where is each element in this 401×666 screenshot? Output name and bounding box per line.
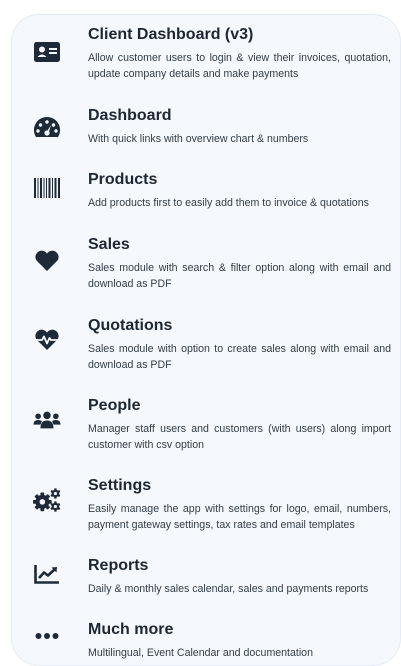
feature-description: Add products first to easily add them to… — [88, 197, 369, 209]
feature-title: Client Dashboard (v3) — [88, 26, 254, 43]
feature-description: With quick links with overview chart & n… — [88, 133, 309, 145]
feature-title: Dashboard — [88, 107, 172, 124]
feature-title: Sales — [88, 236, 130, 253]
feature-title: Much more — [88, 621, 174, 638]
line-chart-icon — [33, 560, 61, 588]
feature-title: Quotations — [88, 317, 173, 334]
feature-title: Reports — [88, 557, 149, 574]
feature-description: Sales module with search & filter option… — [88, 262, 391, 290]
feature-description: Allow customer users to login & view the… — [88, 52, 391, 80]
id-card-icon — [33, 38, 61, 66]
heart-icon — [33, 247, 61, 275]
feature-title: Settings — [88, 477, 152, 494]
heartbeat-icon — [33, 326, 61, 354]
ellipsis-icon — [33, 622, 61, 650]
users-icon — [33, 406, 61, 434]
feature-description: Easily manage the app with settings for … — [88, 503, 391, 531]
feature-description: Manager staff users and customers (with … — [88, 423, 391, 451]
feature-title: Products — [88, 171, 158, 188]
feature-description: Daily & monthly sales calendar, sales an… — [88, 583, 369, 595]
feature-description: Sales module with option to create sales… — [88, 343, 391, 371]
cogs-icon — [33, 486, 61, 514]
speedometer-icon — [33, 114, 61, 142]
feature-title: People — [88, 397, 141, 414]
feature-description: Multilingual, Event Calendar and documen… — [88, 647, 313, 659]
features-card: Client Dashboard (v3) Allow customer use… — [11, 14, 401, 666]
barcode-icon — [33, 174, 61, 202]
